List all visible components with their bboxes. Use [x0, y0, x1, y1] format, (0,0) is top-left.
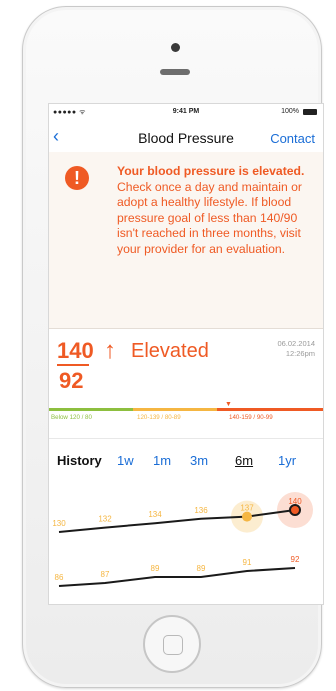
front-camera	[171, 43, 180, 52]
battery-percent: 100%	[281, 108, 299, 115]
data-point-current[interactable]	[289, 504, 301, 516]
history-toolbar: History 1w 1m 3m 6m 1yr	[49, 438, 323, 469]
alert-message: Your blood pressure is elevated. Check o…	[117, 164, 312, 257]
contact-button[interactable]: Contact	[270, 131, 315, 146]
alert-exclamation-icon: !	[65, 166, 89, 190]
app-screen: ●●●●● ᯤ 9:41 PM 100% ‹ Blood Pressure Co…	[48, 103, 324, 605]
data-label: 89	[151, 564, 160, 573]
systolic-value: 140	[57, 338, 94, 363]
alert-body: Check once a day and maintain or adopt a…	[117, 179, 302, 256]
arrow-up-icon: ↑	[104, 337, 116, 364]
history-chart-svg: 130 132 134 136 13714086 8789 8991 92	[52, 492, 313, 587]
data-label: 92	[291, 555, 300, 564]
reading-timestamp: 06.02.2014 12:26pm	[277, 339, 315, 359]
history-chart: 130 132 134 136 137 140 86 87 89 89 91 92	[49, 474, 323, 602]
navigation-bar: ‹ Blood Pressure Contact	[49, 120, 323, 153]
data-label: 86	[55, 573, 64, 582]
tab-3m[interactable]: 3m	[190, 453, 208, 468]
data-label: 87	[101, 570, 110, 579]
tab-1w[interactable]: 1w	[117, 453, 134, 468]
data-label: 89	[197, 564, 206, 573]
earpiece-speaker	[160, 69, 190, 75]
data-label: 136	[194, 506, 208, 515]
series-line-1	[58, 567, 296, 587]
data-label: 137	[240, 504, 254, 513]
data-point-previous[interactable]	[242, 511, 252, 522]
range-prehypertension-segment	[133, 408, 217, 411]
current-reading: 140 92 ↑ Elevated 06.02.2014 12:26pm ▼ B…	[49, 328, 323, 438]
home-button[interactable]	[143, 615, 201, 673]
fraction-divider	[57, 364, 89, 366]
home-square-icon	[163, 635, 183, 655]
data-label: 132	[98, 515, 112, 524]
range-label-prehypertension: 120-139 / 80-89	[137, 414, 181, 421]
data-label: 130	[52, 519, 66, 528]
bp-range-bar	[49, 408, 323, 411]
bp-status-label: Elevated	[131, 340, 209, 362]
alert-banner: ! Your blood pressure is elevated. Check…	[49, 152, 323, 329]
range-label-high: 140-159 / 90-99	[229, 414, 273, 421]
status-bar: ●●●●● ᯤ 9:41 PM 100%	[49, 104, 323, 120]
reading-date: 06.02.2014	[277, 339, 315, 348]
reading-time: 12:26pm	[285, 349, 315, 358]
tab-1m[interactable]: 1m	[153, 453, 171, 468]
range-marker-icon: ▼	[225, 401, 232, 408]
tab-6m[interactable]: 6m	[235, 453, 253, 468]
range-high-segment	[217, 408, 323, 411]
range-label-normal: Below 120 / 80	[51, 414, 92, 421]
alert-headline: Your blood pressure is elevated.	[117, 164, 305, 178]
battery-icon	[303, 109, 317, 115]
history-label: History	[57, 453, 102, 468]
tab-1yr[interactable]: 1yr	[278, 453, 296, 468]
data-label: 91	[243, 558, 252, 567]
diastolic-value: 92	[59, 368, 84, 393]
range-normal-segment	[49, 408, 133, 411]
data-label: 134	[148, 510, 162, 519]
